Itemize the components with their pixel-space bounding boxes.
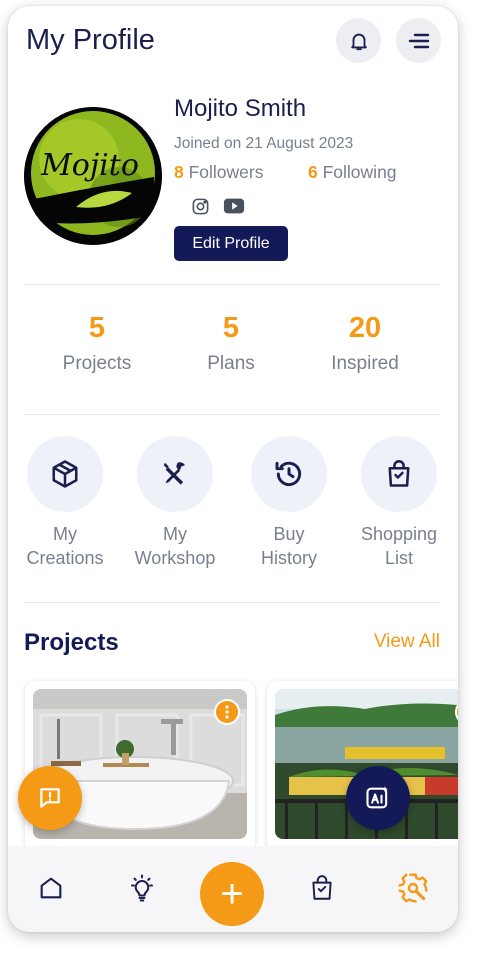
stat-plans[interactable]: 5 Plans [161,312,301,375]
add-button[interactable]: + [200,862,264,926]
bell-icon [350,33,367,50]
quick-action-label: My Creations [10,522,120,570]
shopping-bag-icon [388,460,410,487]
stat-value: 5 [88,312,106,344]
quick-action-label-line2: History [260,548,317,568]
box-icon [52,460,78,488]
chat-button[interactable] [18,766,82,830]
divider [24,284,440,285]
phone-screen: My Profile Mojito Mojito Smith Joined on… [8,6,458,932]
history-icon [275,461,302,486]
quick-action-label-line2: List [384,548,413,568]
avatar-logo-text: Mojito [40,148,139,183]
stat-inspired[interactable]: 20 Inspired [295,312,435,375]
settings-icon [398,873,428,903]
divider [24,602,440,603]
stat-value: 5 [222,312,240,344]
quick-action-label-line1: My [53,524,77,544]
following-label: Following [322,162,397,182]
quick-action-label-line2: Workshop [134,548,216,568]
quick-action-label-line1: Shopping [360,524,438,544]
lightbulb-icon [131,874,153,902]
followers-count: 8 [174,162,184,182]
instagram-icon [192,198,208,214]
stat-projects[interactable]: 5 Projects [27,312,167,375]
profile-section: Mojito Mojito Smith Joined on 21 August … [8,91,458,271]
ai-icon [366,786,388,809]
stat-label: Projects [62,353,132,374]
quick-action-circle [361,436,437,512]
ai-assistant-button[interactable] [346,766,410,830]
home-icon [40,877,62,899]
header: My Profile [8,6,458,76]
nav-settings[interactable] [391,866,435,910]
quick-action-label-line2: Creations [26,548,104,568]
notification-button[interactable] [336,18,381,63]
profile-name: Mojito Smith [174,95,307,122]
menu-button[interactable] [396,18,441,63]
stat-label: Inspired [331,353,399,374]
quick-action-label-line1: Buy [273,524,305,544]
avatar[interactable]: Mojito [24,107,162,245]
nav-shop[interactable] [300,866,344,910]
quick-action-shopping-list[interactable]: Shopping List [344,436,454,570]
bottom-navigation: + [8,846,458,932]
youtube-link[interactable] [223,195,245,217]
view-all-link[interactable]: View All [374,631,440,653]
quick-action-label: Buy History [234,522,344,570]
bag-icon [312,875,332,900]
joined-date: Joined on 21 August 2023 [174,135,354,152]
youtube-icon [223,198,245,214]
tools-icon [163,462,185,485]
instagram-link[interactable] [189,195,211,217]
projects-title: Projects [24,629,119,656]
quick-action-buy-history[interactable]: Buy History [234,436,344,570]
quick-action-label: Shopping List [344,522,454,570]
quick-action-my-creations[interactable]: My Creations [10,436,120,570]
followers-label: Followers [188,162,264,182]
project-more-button[interactable] [214,699,240,725]
stat-value: 20 [348,312,382,344]
quick-action-circle [27,436,103,512]
chat-icon [40,788,60,808]
followers-link[interactable]: 8 Followers [174,162,264,183]
quick-action-label-line1: My [163,524,187,544]
divider [24,414,440,415]
following-link[interactable]: 6 Following [308,162,397,183]
quick-action-label: My Workshop [120,522,230,570]
plus-icon: + [220,872,244,916]
menu-icon [408,33,429,48]
quick-action-circle [137,436,213,512]
following-count: 6 [308,162,318,182]
nav-home[interactable] [29,866,73,910]
edit-profile-button[interactable]: Edit Profile [174,226,288,261]
quick-action-my-workshop[interactable]: My Workshop [120,436,230,570]
nav-ideas[interactable] [120,866,164,910]
quick-action-circle [251,436,327,512]
page-title: My Profile [26,24,155,56]
more-vertical-icon [225,705,229,719]
stat-label: Plans [207,353,255,374]
